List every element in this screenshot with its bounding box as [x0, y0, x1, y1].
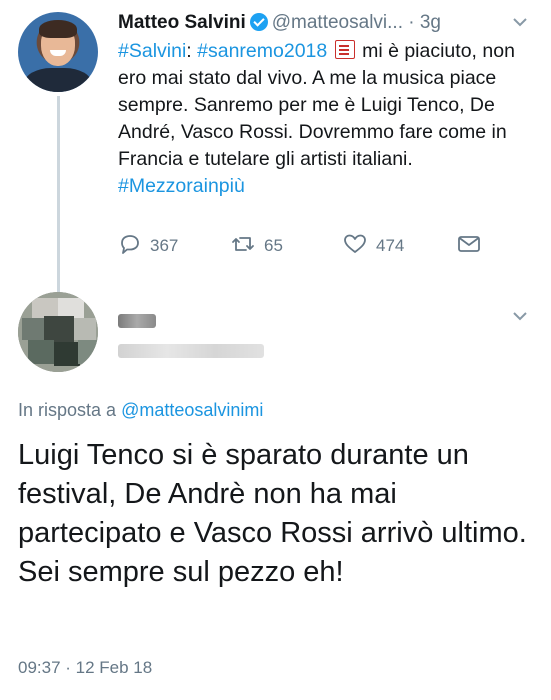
hashtag-salvini[interactable]: #Salvini	[118, 40, 186, 62]
direct-message-icon	[456, 236, 490, 255]
header-separator: ·	[408, 12, 415, 33]
reply-body: Luigi Tenco si è sparato durante un fest…	[18, 436, 538, 592]
chevron-down-icon[interactable]	[512, 12, 528, 33]
tweet-actions: 367 65 474	[118, 232, 498, 260]
reply-count: 367	[150, 236, 179, 255]
reply-author-avatar-pixelated[interactable]	[18, 292, 98, 372]
reply-button[interactable]: 367	[118, 232, 178, 260]
memo-emoji-icon	[334, 40, 355, 59]
like-button[interactable]: 474	[342, 232, 404, 260]
retweet-count: 65	[264, 236, 283, 255]
in-reply-handle[interactable]: @matteosalvinimi	[121, 400, 263, 420]
reply-line-2: Sei sempre sul pezzo eh!	[18, 556, 344, 588]
reply-timestamp[interactable]: 09:37 · 12 Feb 18	[18, 656, 152, 680]
retweet-button[interactable]: 65	[230, 232, 283, 260]
author-handle[interactable]: @matteosalvi...	[272, 12, 403, 33]
reply-icon	[118, 235, 150, 255]
reply-line-1: Luigi Tenco si è sparato durante un fest…	[18, 439, 527, 549]
verified-badge-icon	[249, 13, 268, 31]
like-icon	[342, 234, 376, 255]
thread-connector-line	[57, 96, 60, 296]
reply-author-handle-redacted	[118, 344, 264, 358]
tweet-body-colon: :	[186, 40, 198, 62]
author-name[interactable]: Matteo Salvini	[118, 12, 246, 33]
tweet-time[interactable]: 3g	[420, 12, 441, 33]
retweet-icon	[230, 236, 264, 255]
direct-message-button[interactable]	[456, 232, 490, 260]
hashtag-mezzorainpiu[interactable]: #Mezzorainpiù	[118, 175, 245, 197]
reply-chevron-down-icon[interactable]	[512, 306, 528, 327]
reply-author-name-redacted	[118, 314, 156, 328]
in-reply-to: In risposta a @matteosalvinimi	[18, 398, 263, 422]
in-reply-prefix: In risposta a	[18, 400, 122, 420]
author-avatar[interactable]	[18, 12, 98, 92]
hashtag-sanremo2018[interactable]: #sanremo2018	[197, 40, 327, 62]
like-count: 474	[376, 236, 405, 255]
tweet-header: Matteo Salvini @matteosalvi... · 3g	[118, 10, 538, 36]
tweet-body: #Salvini: #sanremo2018 mi è piaciuto, no…	[118, 38, 538, 200]
